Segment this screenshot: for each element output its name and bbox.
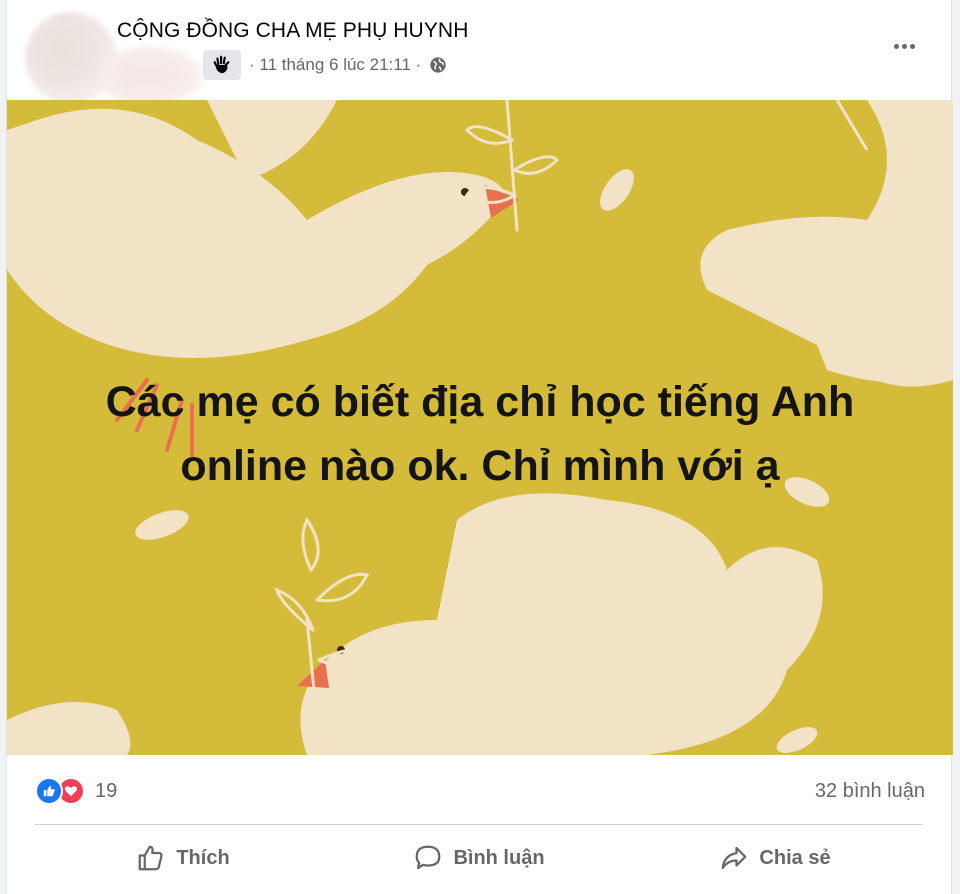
thumbs-up-icon xyxy=(138,845,163,871)
reaction-count: 19 xyxy=(95,779,118,802)
post-timestamp[interactable]: · 11 tháng 6 lúc 21:11 · xyxy=(249,55,421,75)
divider xyxy=(35,824,923,825)
status-text: Các mẹ có biết địa chỉ học tiếng Anh onl… xyxy=(7,370,953,498)
status-line-1: Các mẹ có biết địa chỉ học tiếng Anh xyxy=(105,378,855,426)
post-card: CỘNG ĐỒNG CHA MẸ PHỤ HUYNH · 11 tháng 6 … xyxy=(6,0,953,894)
comment-button-label: Bình luận xyxy=(453,846,545,869)
post-meta: · 11 tháng 6 lúc 21:11 · xyxy=(203,50,447,80)
comments-count-link[interactable]: 32 bình luận xyxy=(815,780,925,803)
post-header: CỘNG ĐỒNG CHA MẸ PHỤ HUYNH · 11 tháng 6 … xyxy=(7,0,951,106)
share-button[interactable]: Chia sẻ xyxy=(627,832,923,884)
comment-bubble-icon xyxy=(416,845,441,870)
like-button-label: Thích xyxy=(176,846,230,869)
group-name-link[interactable]: CỘNG ĐỒNG CHA MẸ PHỤ HUYNH xyxy=(117,19,468,43)
status-image[interactable]: Các mẹ có biết địa chỉ học tiếng Anh onl… xyxy=(7,100,953,755)
status-line-2: online nào ok. Chỉ mình với ạ xyxy=(180,442,780,490)
reaction-summary[interactable]: 19 xyxy=(35,776,117,806)
comment-button[interactable]: Bình luận xyxy=(331,832,627,884)
more-horizontal-icon xyxy=(893,43,899,49)
globe-icon[interactable] xyxy=(429,56,447,74)
share-button-label: Chia sẻ xyxy=(759,846,831,869)
more-options-button[interactable] xyxy=(887,36,921,56)
author-avatar[interactable] xyxy=(95,46,203,106)
wave-hand-icon[interactable] xyxy=(203,50,241,80)
share-arrow-icon xyxy=(722,846,747,870)
post-actions: Thích Bình luận Chia sẻ xyxy=(35,832,923,884)
like-button[interactable]: Thích xyxy=(35,832,331,884)
like-icon xyxy=(35,777,63,805)
